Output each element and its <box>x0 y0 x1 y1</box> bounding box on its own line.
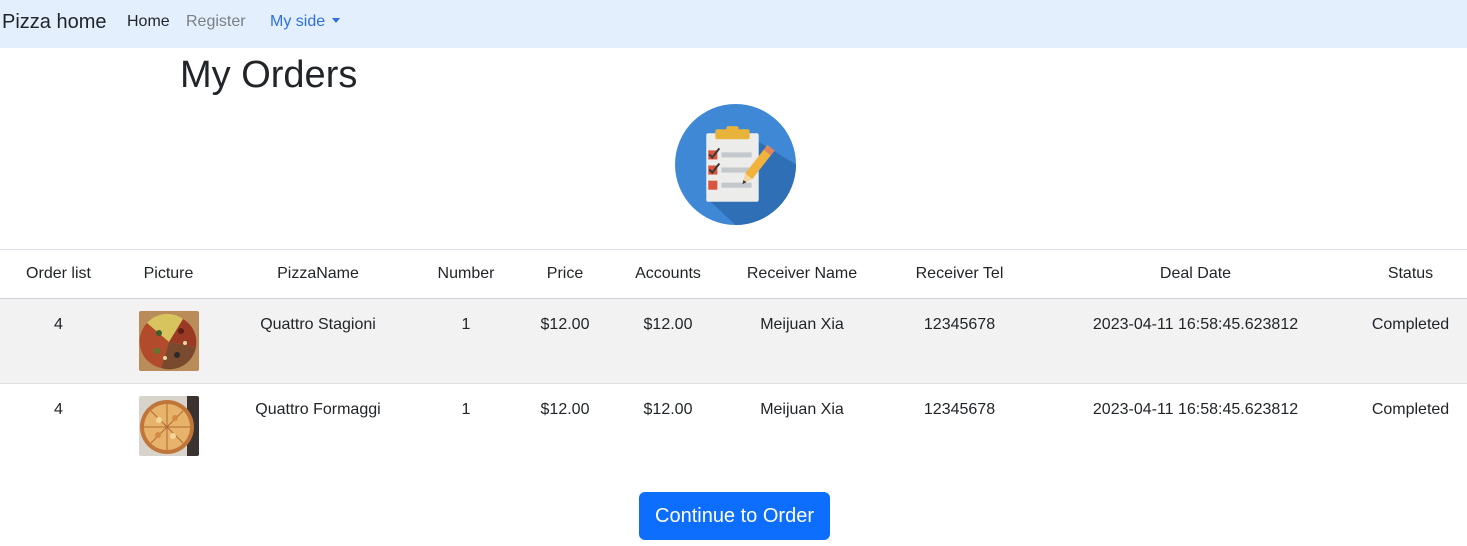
accounts: $12.00 <box>643 401 693 418</box>
price: $12.00 <box>540 316 590 333</box>
continue-to-order-button[interactable]: Continue to Order <box>639 492 830 540</box>
order-status: Completed <box>1371 316 1450 333</box>
nav-home-link[interactable]: Home <box>127 12 170 32</box>
col-deal-date: Deal Date <box>1159 265 1232 282</box>
pizza-name: Quattro Stagioni <box>260 316 376 333</box>
orders-table: Order list Picture PizzaName Number Pric… <box>0 249 1467 469</box>
col-receiver-name: Receiver Name <box>746 265 858 282</box>
col-picture: Picture <box>143 265 194 282</box>
clipboard-checklist-icon <box>675 104 796 225</box>
chevron-down-icon <box>332 18 341 23</box>
page-title: My Orders <box>180 54 358 96</box>
table-row: 4 <box>0 384 1467 469</box>
quantity: 1 <box>461 316 471 333</box>
brand-link[interactable]: Pizza home <box>2 10 107 34</box>
pizza-quattro-stagioni-photo <box>138 311 199 371</box>
order-number: 4 <box>54 401 63 418</box>
col-receiver-tel: Receiver Tel <box>915 265 1004 282</box>
nav-my-side-dropdown[interactable]: My side <box>270 12 341 32</box>
receiver-name: Meijuan Xia <box>760 401 844 418</box>
top-navbar: Pizza home Home Register My side <box>0 0 1467 48</box>
table-header-row: Order list Picture PizzaName Number Pric… <box>0 249 1467 299</box>
deal-date: 2023-04-11 16:58:45.623812 <box>1092 401 1299 418</box>
order-status: Completed <box>1371 401 1450 418</box>
deal-date: 2023-04-11 16:58:45.623812 <box>1092 316 1299 333</box>
nav-register-link[interactable]: Register <box>186 12 246 32</box>
order-number: 4 <box>54 316 63 333</box>
quantity: 1 <box>461 401 471 418</box>
col-price: Price <box>546 265 584 282</box>
accounts: $12.00 <box>643 316 693 333</box>
col-number: Number <box>437 265 495 282</box>
price: $12.00 <box>540 401 590 418</box>
col-order-list: Order list <box>26 265 91 282</box>
receiver-name: Meijuan Xia <box>760 316 844 333</box>
pizza-quattro-formaggi-photo <box>138 396 199 456</box>
col-status: Status <box>1387 265 1434 282</box>
receiver-tel: 12345678 <box>923 401 996 418</box>
pizza-name: Quattro Formaggi <box>255 401 381 418</box>
receiver-tel: 12345678 <box>923 316 996 333</box>
nav-my-side-label: My side <box>270 13 326 30</box>
table-row: 4 <box>0 298 1467 384</box>
col-pizza-name: PizzaName <box>277 265 359 282</box>
col-accounts: Accounts <box>635 265 701 282</box>
